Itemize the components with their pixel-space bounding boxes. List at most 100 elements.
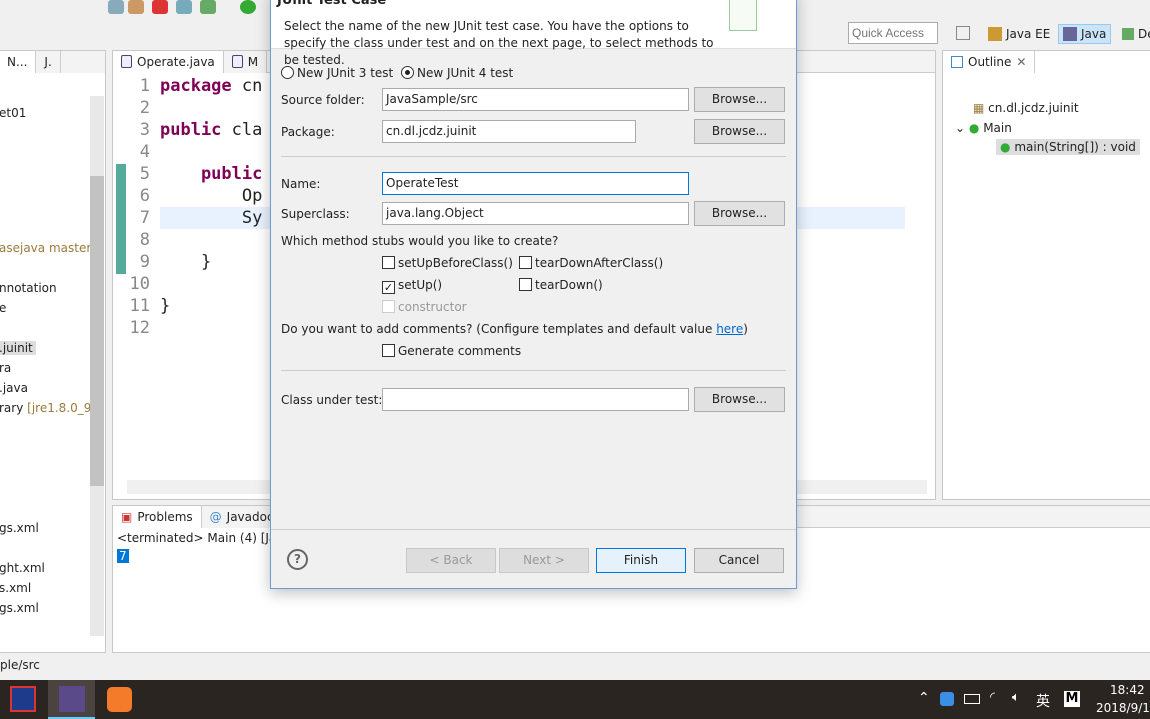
java-icon — [1063, 27, 1077, 41]
tab-operate-java[interactable]: Operate.java — [113, 50, 224, 73]
keyword: public — [160, 164, 263, 184]
browse-class-under-test-button[interactable]: Browse... — [694, 387, 785, 412]
tree-item[interactable]: ght.xml — [0, 561, 45, 575]
outline-item-package[interactable]: ▦ cn.dl.jcdz.juinit — [973, 101, 1079, 115]
back-button[interactable]: < Back — [406, 548, 496, 573]
junit4-radio[interactable]: New JUnit 4 test — [401, 66, 513, 80]
tree-item[interactable]: gs.xml — [0, 521, 39, 535]
run-icon[interactable] — [128, 0, 144, 14]
perspective-debug[interactable]: De — [1118, 24, 1150, 44]
tree-item[interactable]: et01 — [0, 106, 26, 120]
tree-item[interactable]: ra — [0, 361, 11, 375]
class-under-test-input[interactable] — [382, 388, 689, 411]
footer-separator — [271, 529, 796, 530]
checkbox-icon — [519, 256, 532, 269]
tab-outline[interactable]: Outline ✕ — [943, 51, 1036, 73]
tab-junit[interactable]: J. — [36, 51, 61, 73]
debug-icon[interactable] — [108, 0, 124, 14]
browse-superclass-button[interactable]: Browse... — [694, 201, 785, 226]
outline-tabs: Outline ✕ — [943, 51, 1036, 73]
open-perspective-icon[interactable] — [956, 26, 970, 40]
line-number: 3 — [139, 120, 150, 140]
help-icon[interactable]: ? — [287, 549, 308, 570]
tree-item[interactable]: .java — [0, 381, 28, 395]
configure-templates-link[interactable]: here — [716, 322, 743, 336]
volume-icon[interactable]: 🔈︎ — [1012, 690, 1020, 705]
cancel-button[interactable]: Cancel — [694, 548, 784, 573]
chevron-down-icon[interactable]: ⌄ — [955, 121, 965, 135]
junit3-radio[interactable]: New JUnit 3 test — [281, 66, 393, 80]
generate-comments-checkbox[interactable]: Generate comments — [382, 344, 521, 358]
setup-before-class-checkbox[interactable]: setUpBeforeClass() — [382, 256, 513, 270]
tree-item[interactable]: e — [0, 301, 6, 315]
vertical-scrollbar[interactable] — [90, 96, 104, 636]
code-line[interactable]: Op — [160, 186, 262, 206]
outline-panel: Outline ✕ ▦ cn.dl.jcdz.juinit ⌄ ● Main ● … — [942, 50, 1150, 500]
code-line[interactable]: Sy — [160, 208, 262, 228]
line-number: 6 — [139, 186, 150, 206]
console-output[interactable]: 7 — [117, 549, 129, 563]
perspective-java[interactable]: Java — [1058, 24, 1112, 44]
tab-label: J. — [44, 55, 52, 69]
wifi-icon[interactable]: ◜ — [990, 690, 995, 705]
eclipse-taskbar-button[interactable] — [48, 680, 95, 719]
class-icon: ● — [968, 121, 980, 135]
play-icon[interactable] — [240, 0, 256, 14]
code-line[interactable]: public — [160, 164, 262, 184]
tab-main-java[interactable]: M — [223, 50, 268, 73]
presentation-app-icon[interactable] — [107, 687, 132, 712]
keyword: public — [160, 120, 222, 140]
problems-icon: ▣ — [121, 509, 133, 524]
outline-item-class[interactable]: ⌄ ● Main — [955, 121, 1012, 135]
clock-date[interactable]: 2018/9/1 — [1096, 701, 1150, 715]
browse-source-folder-button[interactable]: Browse... — [694, 87, 785, 112]
chevron-up-icon[interactable]: ⌃ — [918, 690, 930, 706]
checkbox-label: tearDownAfterClass() — [535, 256, 664, 270]
remove-icon[interactable] — [152, 0, 168, 14]
java-file-icon — [121, 55, 132, 68]
ime-mode-icon[interactable]: M — [1064, 691, 1080, 707]
tree-item[interactable]: rary [jre1.8.0_9 — [0, 401, 91, 415]
scrollbar-thumb[interactable] — [90, 176, 104, 486]
checkbox-icon — [382, 300, 395, 313]
setup-checkbox[interactable]: ✓ setUp() — [382, 278, 442, 294]
tree-item[interactable]: nnotation — [0, 281, 57, 295]
teardown-checkbox[interactable]: tearDown() — [519, 278, 603, 292]
line-number: 8 — [139, 230, 150, 250]
source-folder-input[interactable]: JavaSample/src — [382, 88, 689, 111]
outline-item-method[interactable]: ● main(String[]) : void — [996, 139, 1140, 155]
tree-item[interactable]: gs.xml — [0, 601, 39, 615]
next-button[interactable]: Next > — [499, 548, 589, 573]
intellij-icon[interactable] — [10, 686, 36, 712]
tree-item-selected[interactable]: .juinit — [0, 341, 36, 355]
security-shield-icon[interactable] — [940, 692, 954, 706]
separator — [281, 370, 786, 371]
code-line[interactable]: } — [160, 296, 170, 316]
battery-icon[interactable] — [964, 694, 980, 704]
teardown-after-class-checkbox[interactable]: tearDownAfterClass() — [519, 256, 663, 270]
package-input[interactable]: cn.dl.jcdz.juinit — [382, 120, 636, 143]
package-explorer-tabs: N... J. — [0, 51, 105, 73]
item-label: Main — [983, 121, 1012, 135]
browse-package-button[interactable]: Browse... — [694, 119, 785, 144]
clock-time[interactable]: 18:42 — [1110, 683, 1145, 697]
line-number: 1 — [139, 76, 150, 96]
superclass-input[interactable]: java.lang.Object — [382, 202, 689, 225]
coverage-icon[interactable] — [176, 0, 192, 14]
dialog-header: JUnit Test Case Select the name of the n… — [271, 0, 796, 67]
bug-icon[interactable] — [200, 0, 216, 14]
tree-item[interactable]: asejava master] — [0, 241, 96, 255]
radio-label: New JUnit 3 test — [297, 66, 394, 80]
quick-access-input[interactable] — [848, 22, 938, 44]
close-icon[interactable]: ✕ — [1016, 55, 1026, 69]
code-line[interactable]: } — [160, 252, 211, 272]
tab-problems[interactable]: ▣ Problems — [113, 505, 202, 528]
perspective-java-ee[interactable]: Java EE — [984, 24, 1054, 44]
name-input[interactable]: OperateTest — [382, 172, 689, 195]
finish-button[interactable]: Finish — [596, 548, 686, 573]
code-line[interactable]: public cla — [160, 120, 262, 140]
code-line[interactable]: package cn — [160, 76, 262, 96]
ime-indicator[interactable]: 英 — [1036, 691, 1050, 711]
tab-package-explorer[interactable]: N... — [0, 51, 37, 73]
tree-item[interactable]: s.xml — [0, 581, 31, 595]
